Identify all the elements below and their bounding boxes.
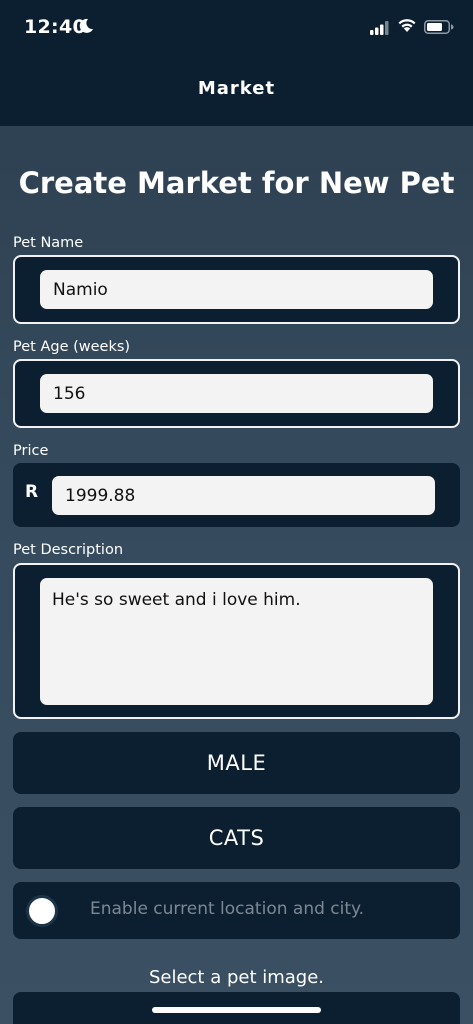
wifi-icon	[397, 17, 417, 37]
pet-age-label: Pet Age (weeks)	[13, 339, 131, 355]
pet-age-input[interactable]: 156	[40, 374, 433, 413]
pet-age-field: 156	[13, 359, 460, 428]
status-time: 12:40	[24, 16, 86, 38]
status-bar: 12:40	[0, 0, 473, 58]
price-input[interactable]: 1999.88	[52, 476, 435, 515]
pet-name-field: Namio	[13, 255, 460, 324]
currency-symbol: R	[25, 482, 39, 502]
page-title: Create Market for New Pet	[18, 166, 455, 200]
signal-icon	[370, 20, 390, 39]
home-indicator	[152, 1007, 321, 1013]
location-toggle-row[interactable]: Enable current location and city.	[13, 882, 460, 939]
select-image-prompt: Select a pet image.	[148, 967, 325, 988]
app-header: 12:40 Market	[0, 0, 473, 126]
price-label: Price	[13, 443, 49, 459]
location-toggle[interactable]	[26, 895, 58, 927]
category-select-button[interactable]: CATS	[13, 807, 460, 869]
pet-name-input[interactable]: Namio	[40, 270, 433, 309]
pet-description-field: He's so sweet and i love him.	[13, 563, 460, 719]
gender-select-button[interactable]: MALE	[13, 732, 460, 794]
battery-icon	[424, 19, 454, 38]
pet-description-label: Pet Description	[13, 542, 124, 558]
nav-title: Market	[197, 78, 276, 99]
moon-icon	[78, 18, 94, 38]
pet-name-label: Pet Name	[13, 235, 84, 251]
price-field: R 1999.88	[13, 463, 460, 527]
pet-description-input[interactable]: He's so sweet and i love him.	[40, 578, 433, 705]
location-toggle-label: Enable current location and city.	[90, 899, 365, 919]
